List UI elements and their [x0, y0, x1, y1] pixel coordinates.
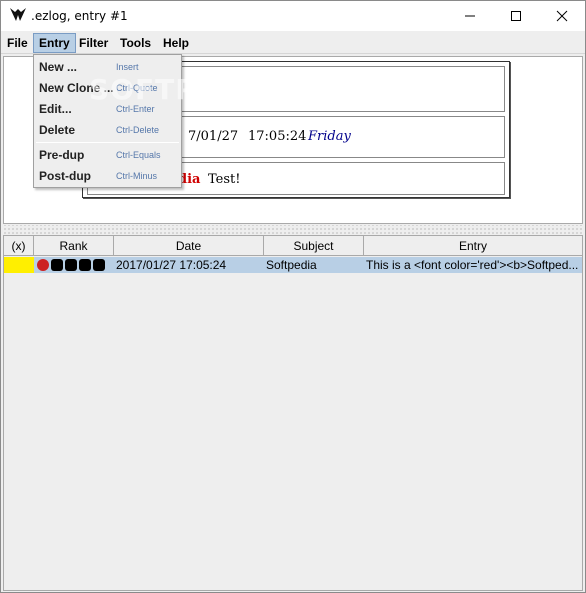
ezlog-logo-icon — [10, 8, 26, 21]
table-row[interactable]: 2017/01/27 17:05:24 Softpedia This is a … — [4, 257, 582, 273]
rank-dot-red-icon — [37, 259, 49, 271]
column-header-x[interactable]: (x) — [4, 236, 34, 256]
menu-item-label: Post-dup — [39, 169, 91, 183]
app-window: .ezlog, entry #1 File Entry Filter Tools… — [0, 0, 586, 593]
menu-item-post-dup[interactable]: Post-dup Ctrl-Minus — [34, 166, 181, 186]
menu-file[interactable]: File — [2, 33, 33, 53]
menu-item-new-clone[interactable]: New Clone ... Ctrl-Quote — [34, 78, 181, 98]
menu-item-label: Edit... — [39, 102, 72, 116]
column-header-entry[interactable]: Entry — [364, 236, 582, 256]
preview-body-text: Test! — [208, 172, 241, 187]
menu-filter[interactable]: Filter — [74, 33, 113, 53]
rank-dot-icon — [79, 259, 91, 271]
menu-help[interactable]: Help — [158, 33, 194, 53]
column-header-rank[interactable]: Rank — [34, 236, 114, 256]
menu-item-label: New Clone ... — [39, 81, 114, 95]
minimize-button[interactable] — [447, 1, 493, 31]
menu-item-shortcut: Ctrl-Delete — [116, 125, 160, 135]
column-header-subject[interactable]: Subject — [264, 236, 364, 256]
preview-day: Friday — [308, 129, 351, 144]
entries-table: (x) Rank Date Subject Entry 2017/01/27 1… — [3, 235, 583, 591]
menu-item-shortcut: Ctrl-Quote — [116, 83, 158, 93]
menu-item-new[interactable]: New ... Insert — [34, 57, 181, 77]
rank-dot-icon — [93, 259, 105, 271]
menu-item-label: New ... — [39, 60, 78, 74]
cell-subject[interactable]: Softpedia — [264, 257, 364, 273]
menu-item-shortcut: Insert — [116, 62, 139, 72]
title-bar: .ezlog, entry #1 — [1, 1, 585, 31]
menu-item-label: Delete — [39, 123, 76, 137]
maximize-button[interactable] — [493, 1, 539, 31]
menu-separator — [36, 142, 179, 143]
table-header: (x) Rank Date Subject Entry — [4, 236, 582, 256]
menu-tools[interactable]: Tools — [115, 33, 156, 53]
preview-date: 7/01/27 — [188, 129, 239, 144]
maximize-icon — [511, 11, 521, 21]
minimize-icon — [465, 15, 475, 17]
column-header-date[interactable]: Date — [114, 236, 264, 256]
menu-item-shortcut: Ctrl-Equals — [116, 150, 161, 160]
rank-dot-icon — [51, 259, 63, 271]
menu-item-pre-dup[interactable]: Pre-dup Ctrl-Equals — [34, 145, 181, 165]
close-icon — [556, 10, 568, 22]
menu-bar: File Entry Filter Tools Help — [1, 31, 585, 54]
window-title: .ezlog, entry #1 — [31, 9, 128, 23]
menu-entry[interactable]: Entry — [33, 33, 76, 53]
menu-item-edit[interactable]: Edit... Ctrl-Enter — [34, 99, 181, 119]
split-pane-divider[interactable] — [3, 225, 583, 234]
preview-time: 17:05:24 — [248, 129, 307, 144]
cell-entry[interactable]: This is a <font color='red'><b>Softped..… — [364, 257, 582, 273]
close-button[interactable] — [539, 1, 585, 31]
menu-item-shortcut: Ctrl-Minus — [116, 171, 158, 181]
menu-item-label: Pre-dup — [39, 148, 85, 162]
menu-item-delete[interactable]: Delete Ctrl-Delete — [34, 120, 181, 140]
cell-rank[interactable] — [34, 257, 114, 273]
cell-date[interactable]: 2017/01/27 17:05:24 — [114, 257, 264, 273]
entry-dropdown-menu: New ... Insert New Clone ... Ctrl-Quote … — [33, 54, 182, 188]
rank-dot-icon — [65, 259, 77, 271]
menu-item-shortcut: Ctrl-Enter — [116, 104, 155, 114]
cell-x-flag[interactable] — [4, 257, 34, 273]
